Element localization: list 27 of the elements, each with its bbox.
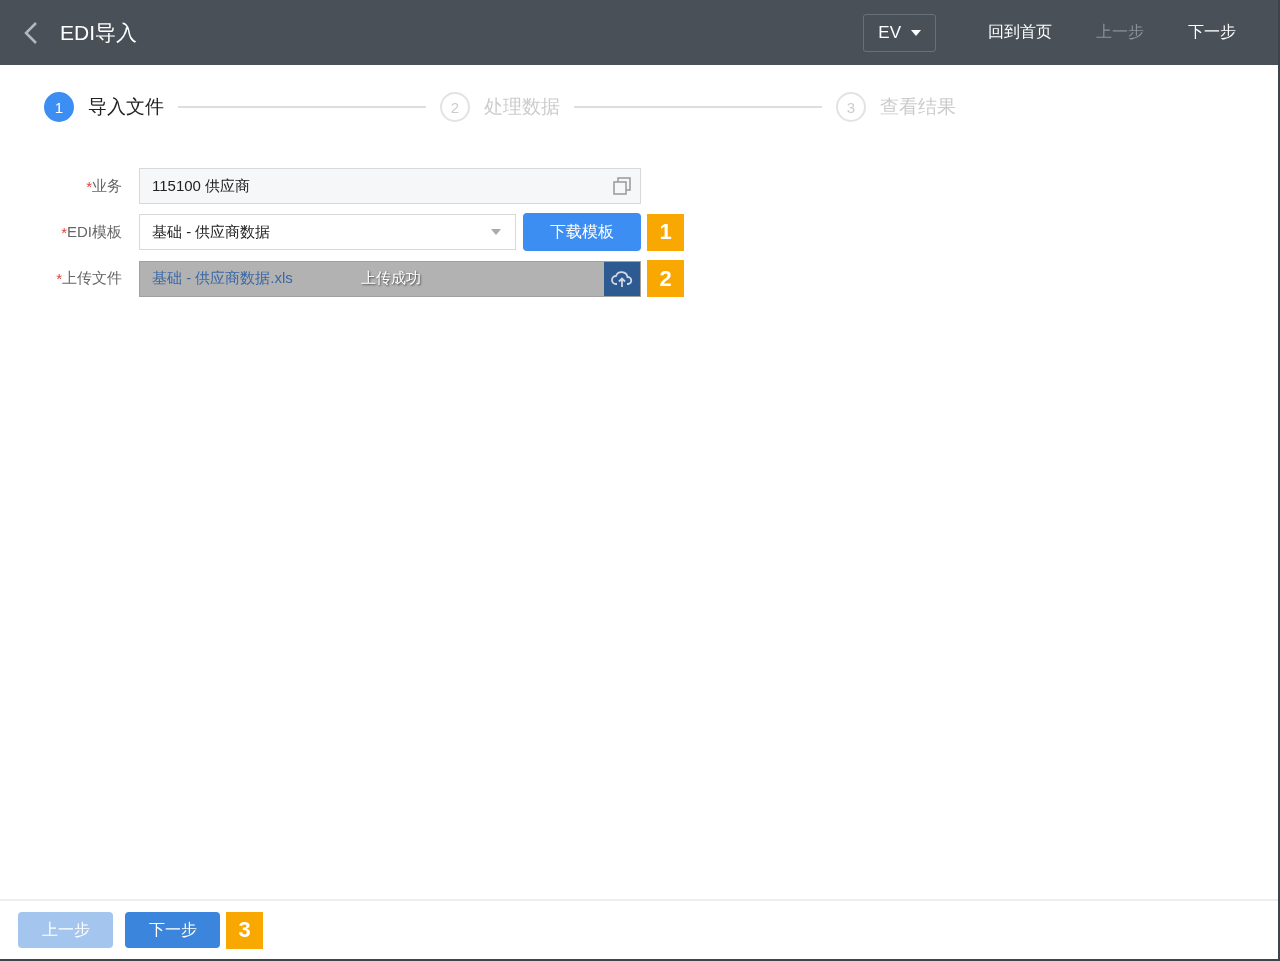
required-mark: *: [86, 177, 92, 195]
business-field[interactable]: 115100 供应商: [139, 168, 641, 204]
step-button[interactable]: 下一步: [125, 912, 220, 948]
file-name: 基础 - 供应商数据.xls: [152, 269, 294, 288]
page-title: EDI导入: [60, 19, 138, 46]
field-value: 115100 供应商: [152, 176, 251, 196]
field-label: 业务: [92, 176, 122, 196]
upload-button[interactable]: [604, 261, 640, 296]
cloud-upload-icon: [611, 269, 633, 288]
dropdown-caret-icon: [491, 229, 501, 235]
template-select[interactable]: 基础 - 供应商数据: [139, 214, 516, 250]
language-selector[interactable]: EV: [863, 13, 936, 52]
callout-badge: 2: [647, 260, 684, 297]
field-label: 上传文件: [62, 269, 122, 288]
callout-badge: 3: [226, 911, 263, 949]
caret-icon: [911, 29, 921, 36]
copy-icon[interactable]: [612, 176, 632, 196]
callout-badge: 1: [647, 213, 684, 251]
header-link[interactable]: 下一步: [1188, 18, 1236, 47]
field-label: EDI模板: [67, 222, 122, 242]
select-value: 基础 - 供应商数据: [152, 222, 271, 242]
step-label: 导入文件: [88, 95, 164, 119]
step-number: 1: [44, 92, 74, 122]
upload-status: 上传成功: [361, 269, 422, 288]
header-link[interactable]: 回到首页: [988, 18, 1052, 47]
required-mark: *: [56, 270, 62, 287]
required-mark: *: [61, 223, 67, 241]
